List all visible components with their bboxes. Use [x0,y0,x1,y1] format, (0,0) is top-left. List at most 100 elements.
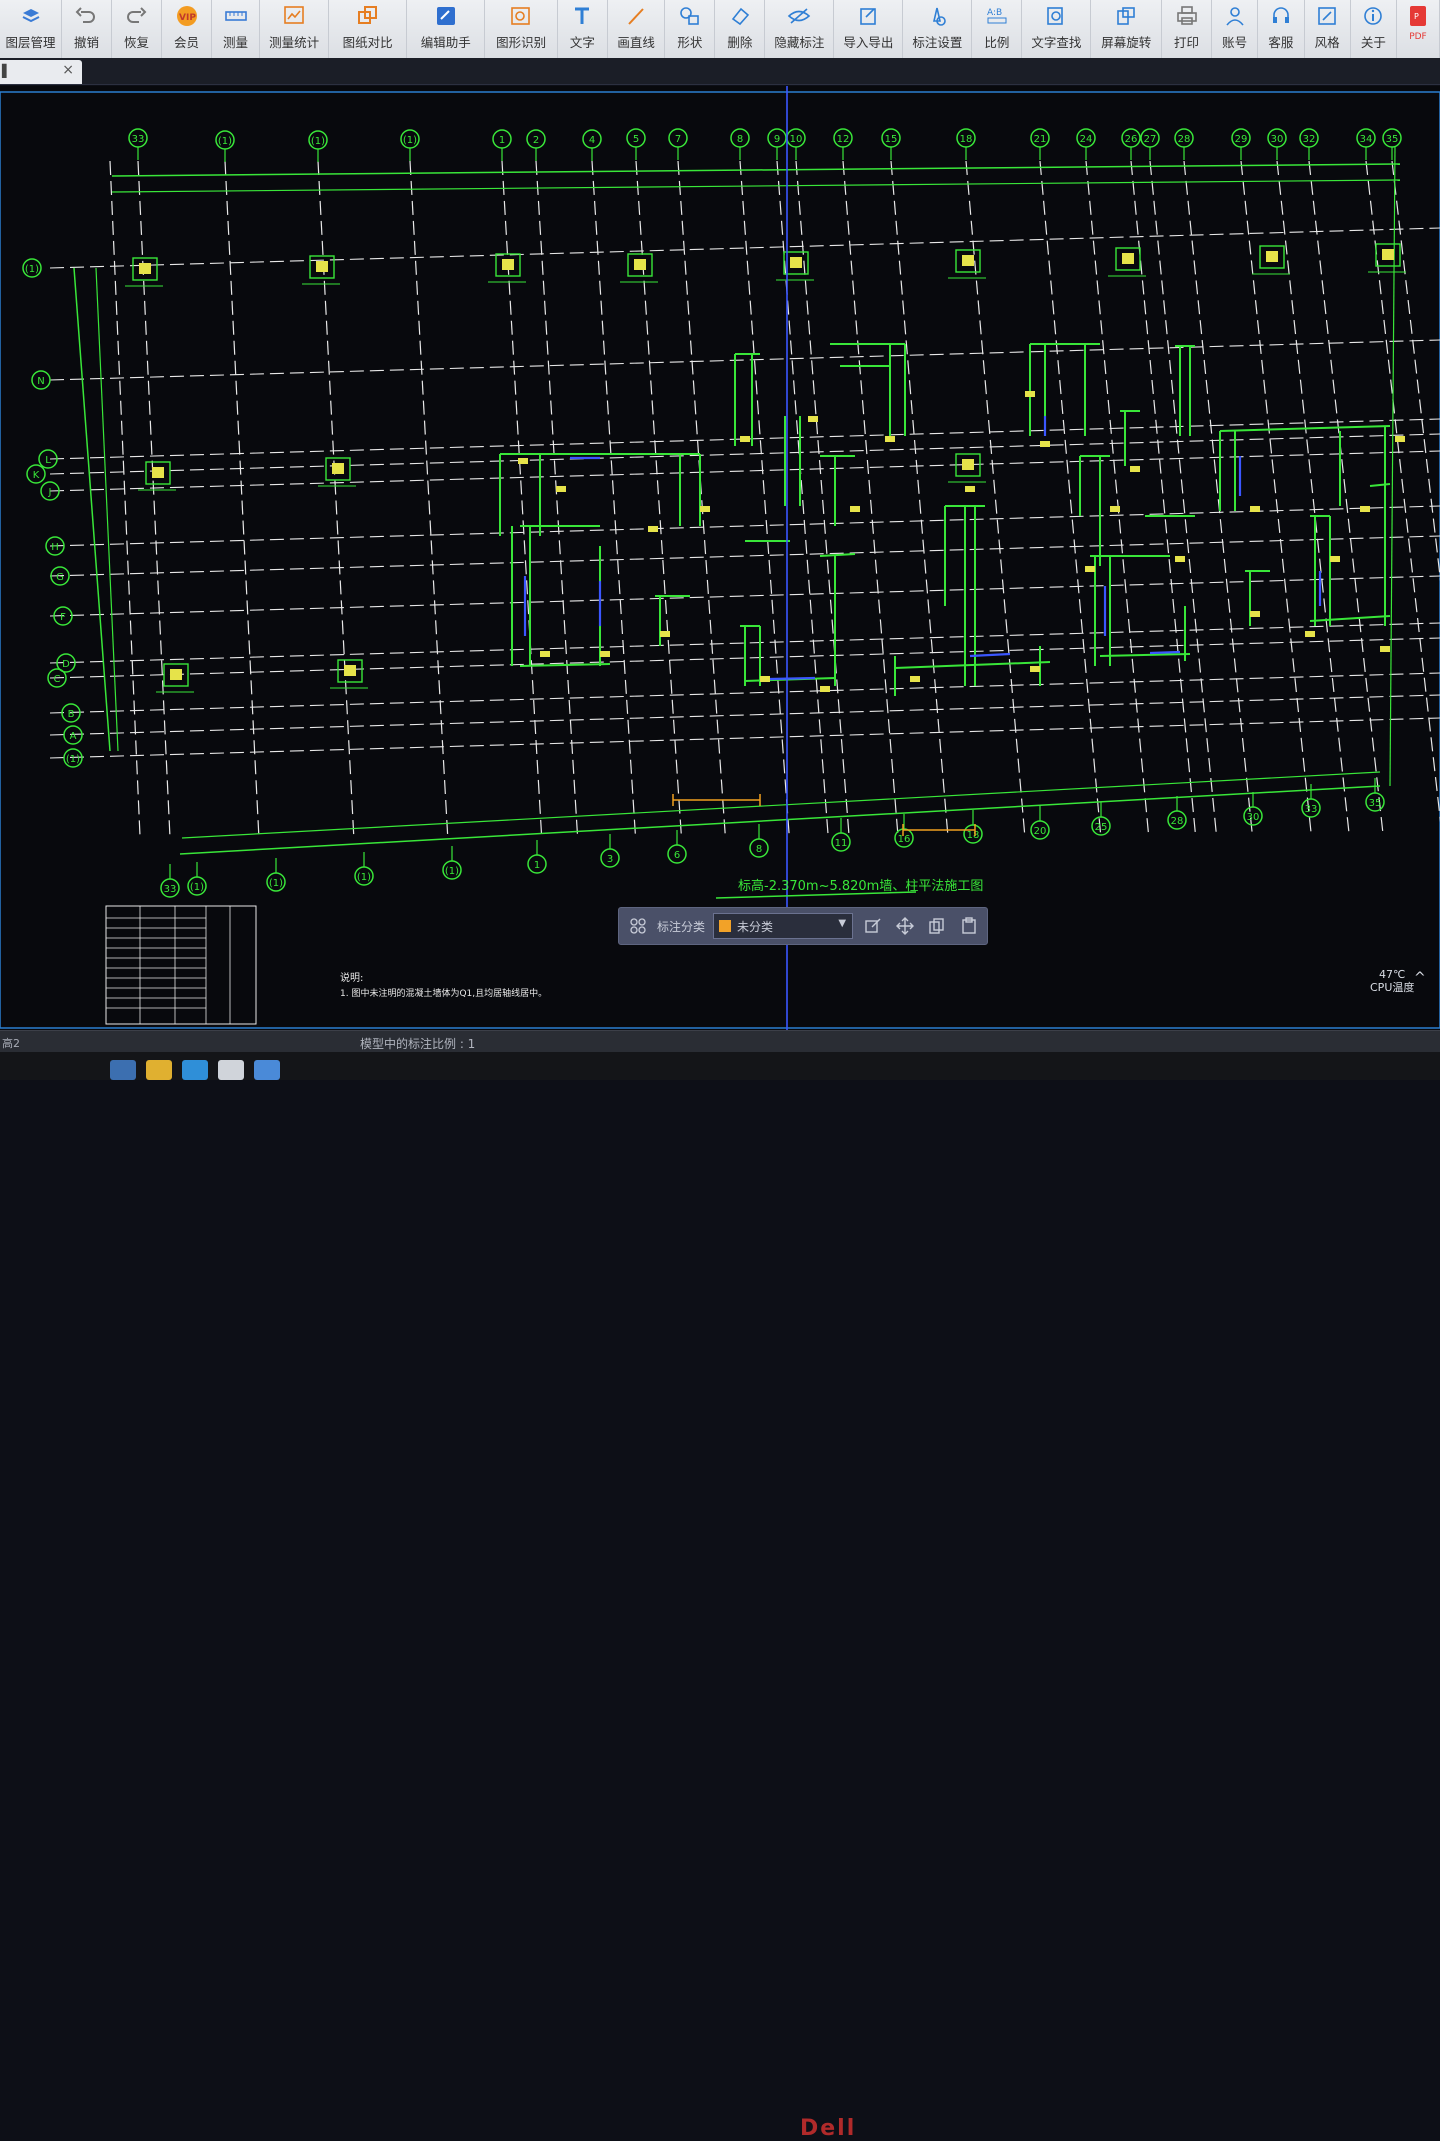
axis-label: 26 [1125,134,1138,145]
grid-line-vertical [137,160,171,837]
grid-line-vertical [535,160,579,837]
column-core [634,259,646,270]
taskbar-app-icon[interactable] [218,1060,244,1080]
paste-icon[interactable] [957,914,981,938]
column-core [332,463,344,474]
toolbar-button-import-export[interactable]: 导入导出 [834,0,904,58]
taskbar-app-icon[interactable] [110,1060,136,1080]
drawing-canvas[interactable]: 33 (1) (1) (1) 1 2 4 5 7 8 9 10 12 15 18 21 24 26 27 28 29 30… [0,86,1440,1030]
toolbar-button-hide-eye[interactable]: 隐藏标注 [765,0,835,58]
toolbar-button-info[interactable]: 关于 [1351,0,1397,58]
column-core [1122,253,1134,264]
column-core [1266,251,1278,262]
svg-text:A:B: A:B [987,8,1002,18]
copy-icon[interactable] [925,914,949,938]
toolbar-button-pdf[interactable]: P PDF [1397,0,1440,58]
axis-label: 4 [589,135,595,146]
toolbar-button-eraser[interactable]: 删除 [715,0,766,58]
style-icon [1315,4,1339,28]
chevron-up-icon[interactable]: ^ [1414,970,1426,986]
toolbar-button-compare[interactable]: 图纸对比 [329,0,408,58]
toolbar-button-layers[interactable]: 图层管理 [0,0,62,58]
taskbar-app-icon[interactable] [254,1060,280,1080]
toolbar-button-undo[interactable]: 撤销 [62,0,112,58]
wall-tag [1380,646,1390,652]
import-export-icon [856,4,880,28]
axis-label: (1) [269,878,283,889]
axis-label: 7 [675,134,681,145]
toolbar-button-edit-assistant[interactable]: 编辑助手 [407,0,486,58]
toolbar-button-text[interactable]: 文字 [558,0,608,58]
toolbar-button-label: 比例 [984,35,1010,50]
axis-label: D [62,659,70,670]
wall-tag [660,631,670,637]
toolbar-button-redo[interactable]: 恢复 [112,0,162,58]
document-tab-label: ▌ [2,64,12,78]
annotation-category-select[interactable]: 未分类 ▼ [713,913,854,939]
grid-icon[interactable] [625,913,651,939]
grid-line-horizontal [49,575,1440,617]
toolbar-button-shape-recognition[interactable]: 图形识别 [485,0,558,58]
column-core [139,263,151,274]
dimension-line-right [1389,145,1396,787]
chevron-down-icon: ▼ [838,918,847,929]
toolbar-button-print[interactable]: 打印 [1162,0,1213,58]
grid-line-vertical [1391,160,1440,582]
document-tab[interactable]: ▌ × [0,60,82,84]
toolbar-button-label: 文字 [569,35,595,50]
toolbar-button-ratio[interactable]: A:B 比例 [972,0,1023,58]
toolbar-button-label: 图层管理 [5,35,56,50]
axis-label: K [33,470,40,481]
toolbar-button-measure-stats[interactable]: 测量统计 [260,0,330,58]
level-schedule-table [105,905,257,1025]
wall-tag [1395,436,1405,442]
axis-label: N [37,376,44,387]
toolbar-button-account[interactable]: 账号 [1212,0,1259,58]
wall-segment [819,553,856,557]
axis-label: 18 [967,830,980,841]
toolbar-button-annotation-settings[interactable]: 标注设置 [903,0,973,58]
edit-icon[interactable] [861,914,885,938]
toolbar-button-ruler[interactable]: 测量 [212,0,261,58]
grid-line-vertical [1149,160,1218,837]
ratio-icon: A:B [985,4,1009,28]
axis-label: (1) [190,882,204,893]
ruler-icon [224,4,248,28]
toolbar-button-vip[interactable]: VIP 会员 [162,0,212,58]
toolbar-button-headset[interactable]: 客服 [1258,0,1305,58]
axis-label: 25 [1095,822,1108,833]
axis-label: 8 [737,134,743,145]
toolbar-button-text-search[interactable]: 文字查找 [1022,0,1092,58]
toolbar-button-line[interactable]: 画直线 [608,0,666,58]
shape-recognition-icon [509,4,533,28]
wall-tag [808,416,818,422]
close-icon[interactable]: × [62,62,74,78]
annotation-floating-bar: 标注分类 未分类 ▼ [618,907,988,945]
column-core [170,669,182,680]
cad-drawing[interactable]: 33 (1) (1) (1) 1 2 4 5 7 8 9 10 12 15 18 21 24 26 27 28 29 30… [0,86,1440,1030]
cpu-temp-value: 47℃ [1379,968,1406,981]
toolbar-button-shape[interactable]: 形状 [665,0,716,58]
wall-segment [1099,653,1191,657]
rotate-screen-icon [1114,4,1138,28]
wall-infill [769,676,816,681]
axis-label: 28 [1171,816,1184,827]
move-icon[interactable] [893,914,917,938]
toolbar-button-style[interactable]: 风格 [1305,0,1351,58]
cpu-temperature: 47℃ CPU温度 [1370,968,1414,994]
axis-label: 8 [756,844,762,855]
column-core [790,257,802,268]
axis-label: F [60,612,66,623]
toolbar-button-label: 屏幕旋转 [1101,35,1152,50]
taskbar-app-icon[interactable] [182,1060,208,1080]
svg-text:P: P [1414,12,1419,21]
toolbar-button-rotate-screen[interactable]: 屏幕旋转 [1091,0,1163,58]
compare-icon [356,4,380,28]
wall-tag [600,651,610,657]
axis-label: (1) [66,754,80,765]
dimension-callout [672,794,976,836]
main-toolbar: 图层管理 撤销 恢复 VIP 会员 测量 测量统计 图纸对比 编辑助手 图形识别 文字 画直线 形状 删除… [0,0,1440,59]
grid-line-horizontal [49,694,1440,736]
toolbar-button-label: 客服 [1268,35,1294,50]
taskbar-app-icon[interactable] [146,1060,172,1080]
